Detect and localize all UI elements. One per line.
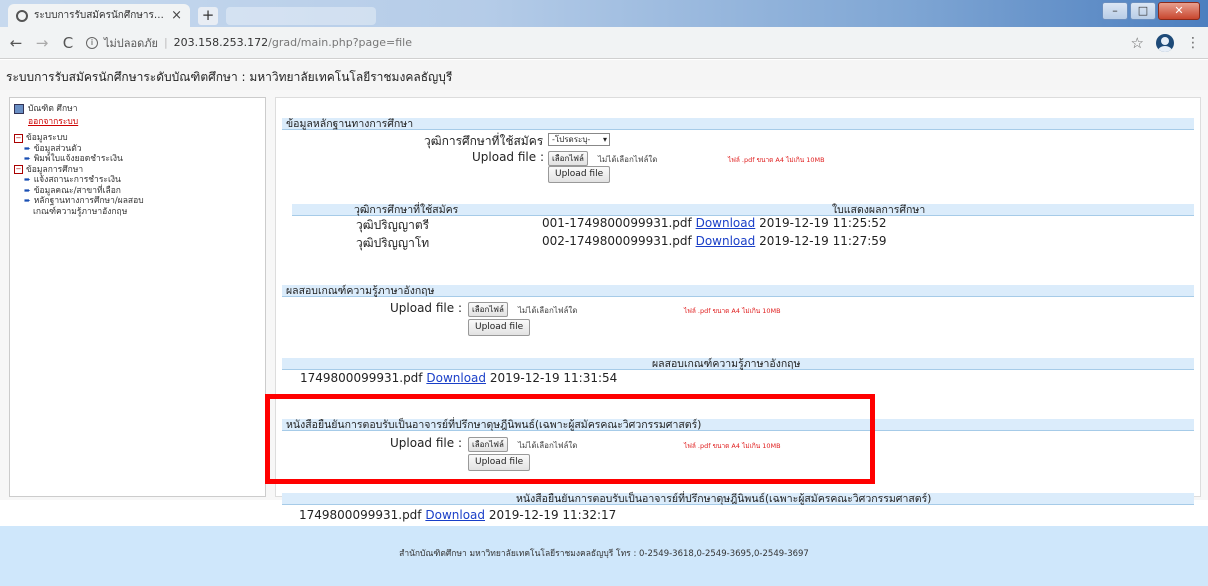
highlight-box: [265, 394, 875, 484]
upload-label: Upload file :: [390, 301, 462, 315]
title-bar: ระบบการรับสมัครนักศึกษาระดับปริญญ × + – …: [0, 0, 1208, 27]
file-note: ไฟล์ .pdf ขนาด A4 ไม่เกิน 10MB: [684, 307, 781, 315]
table-header: วุฒิการศึกษาที่ใช้สมัคร ใบแสดงผลการศึกษา: [292, 204, 1194, 216]
minimize-button[interactable]: –: [1102, 2, 1128, 20]
upload-label: Upload file :: [472, 150, 544, 164]
browser-tab[interactable]: ระบบการรับสมัครนักศึกษาระดับปริญญ ×: [8, 4, 190, 27]
section-title-education: ข้อมูลหลักฐานทางการศึกษา: [282, 118, 1194, 130]
background-tab[interactable]: [226, 7, 376, 25]
degree-label: วุฒิการศึกษาที่ใช้สมัคร :: [424, 134, 552, 148]
bookmark-star-icon[interactable]: ☆: [1131, 34, 1144, 52]
no-file-text: ไม่ได้เลือกไฟล์ใด: [598, 155, 658, 164]
download-link[interactable]: Download: [696, 216, 756, 230]
bullet-icon: ➨: [24, 196, 31, 205]
close-window-button[interactable]: ✕: [1158, 2, 1200, 20]
sidebar-item-faculty[interactable]: ➨ ข้อมูลคณะ/สาขาที่เลือก: [24, 186, 261, 197]
sidebar-group-title[interactable]: − ข้อมูลการศึกษา: [14, 165, 261, 176]
toolbar-right: ☆ ⋮: [1131, 33, 1200, 52]
col-header-degree: วุฒิการศึกษาที่ใช้สมัคร: [354, 204, 459, 216]
col-header-advisor-letter: หนังสือยืนยันการตอบรับเป็นอาจารย์ที่ปรึก…: [516, 493, 932, 505]
section-title-english: ผลสอบเกณฑ์ความรู้ภาษาอังกฤษ: [282, 285, 1194, 297]
tab-title: ระบบการรับสมัครนักศึกษาระดับปริญญ: [34, 10, 166, 21]
reload-icon[interactable]: C: [60, 34, 76, 52]
bullet-icon: ➨: [24, 154, 31, 163]
table-header: ผลสอบเกณฑ์ความรู้ภาษาอังกฤษ: [282, 358, 1194, 370]
upload-file-button[interactable]: Upload file: [548, 166, 611, 183]
bullet-icon: ➨: [24, 143, 31, 153]
page-title: ระบบการรับสมัครนักศึกษาระดับบัณฑิตศึกษา …: [0, 60, 1208, 90]
url-path: /grad/main.php?page=file: [268, 36, 412, 49]
col-header-transcript: ใบแสดงผลการศึกษา: [832, 204, 926, 216]
forward-icon[interactable]: →: [34, 34, 50, 52]
window-controls: – □ ✕: [1102, 2, 1200, 20]
download-link[interactable]: Download: [425, 508, 485, 522]
tab-close-icon[interactable]: ×: [171, 8, 182, 23]
sidebar-item-english[interactable]: เกณฑ์ความรู้ภาษาอังกฤษ: [33, 207, 261, 218]
security-label: ไม่ปลอดภัย: [104, 36, 158, 50]
info-icon[interactable]: i: [86, 36, 98, 49]
sidebar-item-profile[interactable]: ➨ ข้อมูลส่วนตัว: [24, 144, 261, 155]
bullet-icon: ➨: [24, 185, 31, 195]
logout-link[interactable]: ออกจากระบบ: [28, 117, 261, 128]
table-row: 1749800099931.pdf Download 2019-12-19 11…: [300, 371, 618, 385]
choose-file-button[interactable]: เลือกไฟล์: [468, 302, 508, 317]
table-header: หนังสือยืนยันการตอบรับเป็นอาจารย์ที่ปรึก…: [282, 493, 1194, 505]
collapse-icon[interactable]: −: [14, 165, 23, 175]
url-field[interactable]: i ไม่ปลอดภัย | 203.158.253.172/grad/main…: [86, 31, 1121, 55]
download-link[interactable]: Download: [696, 234, 756, 248]
upload-file-button[interactable]: Upload file: [468, 319, 531, 336]
download-link[interactable]: Download: [426, 371, 486, 385]
menu-kebab-icon[interactable]: ⋮: [1186, 35, 1200, 51]
sidebar-item-payment-status[interactable]: ➨ แจ้งสถานะการชำระเงิน: [24, 175, 261, 186]
row-file: 002-1749800099931.pdf Download 2019-12-1…: [542, 234, 887, 248]
sidebar-group-title[interactable]: − ข้อมูลระบบ: [14, 133, 261, 144]
sidebar-group-system: − ข้อมูลระบบ ➨ ข้อมูลส่วนตัว ➨ พิมพ์ใบแจ้ง…: [14, 133, 261, 217]
globe-icon: [16, 9, 28, 22]
sidebar-user: บัณฑิต ศึกษา: [14, 104, 261, 115]
row-degree: วุฒิปริญญาตรี: [356, 218, 430, 232]
url-host: 203.158.253.172: [173, 36, 269, 49]
maximize-button[interactable]: □: [1130, 2, 1156, 20]
table-row: 1749800099931.pdf Download 2019-12-19 11…: [299, 508, 617, 522]
file-note: ไฟล์ .pdf ขนาด A4 ไม่เกิน 10MB: [728, 156, 825, 164]
sidebar: บัณฑิต ศึกษา ออกจากระบบ − ข้อมูลระบบ ➨ ข้…: [9, 97, 266, 497]
sidebar-user-name: บัณฑิต ศึกษา: [28, 104, 78, 114]
row-degree: วุฒิปริญญาโท: [356, 236, 430, 250]
address-bar: ← → C i ไม่ปลอดภัย | 203.158.253.172/gra…: [0, 27, 1208, 59]
choose-file-button[interactable]: เลือกไฟล์: [548, 151, 588, 166]
sidebar-item-print-payment[interactable]: ➨ พิมพ์ใบแจ้งยอดชำระเงิน: [24, 154, 261, 165]
url-separator: |: [163, 36, 168, 49]
collapse-icon[interactable]: −: [14, 133, 23, 143]
no-file-text: ไม่ได้เลือกไฟล์ใด: [518, 306, 578, 315]
sidebar-item-evidence[interactable]: ➨ หลักฐานทางการศึกษา/ผลสอบ: [24, 196, 261, 207]
profile-avatar-icon[interactable]: [1156, 33, 1174, 52]
bullet-icon: ➨: [24, 175, 31, 184]
back-icon[interactable]: ←: [8, 34, 24, 52]
footer: สำนักบัณฑิตศึกษา มหาวิทยาลัยเทคโนโลยีราช…: [0, 526, 1208, 586]
new-tab-button[interactable]: +: [198, 7, 218, 25]
degree-select[interactable]: -โปรดระบุ-: [548, 133, 610, 146]
user-icon: [14, 104, 24, 115]
row-file: 001-1749800099931.pdf Download 2019-12-1…: [542, 216, 887, 230]
col-header-english-result: ผลสอบเกณฑ์ความรู้ภาษาอังกฤษ: [652, 358, 801, 370]
